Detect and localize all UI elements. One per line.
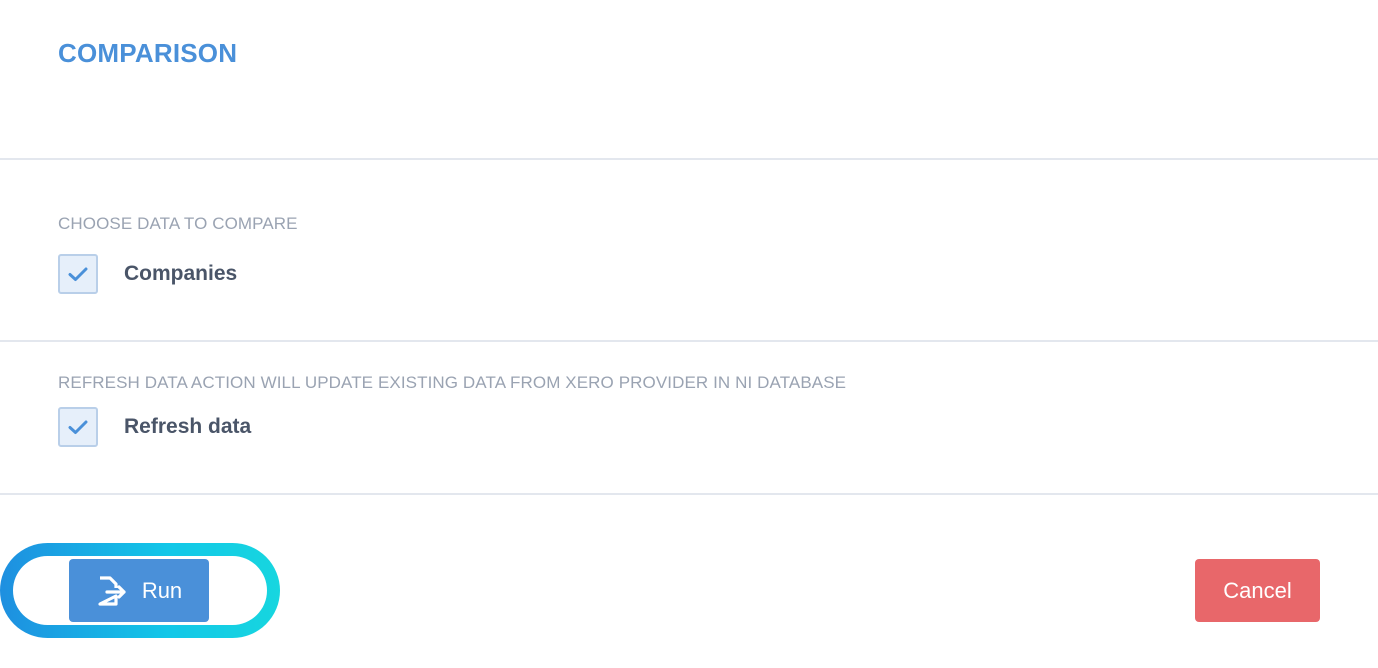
- refresh-data-option: Refresh data: [58, 406, 251, 448]
- comparison-dialog: COMPARISON CHOOSE DATA TO COMPARE Compan…: [0, 0, 1378, 668]
- checkmark-icon: [68, 420, 88, 434]
- companies-label: Companies: [124, 262, 238, 285]
- run-label: Run: [141, 577, 183, 603]
- divider: [0, 340, 1378, 342]
- compare-section-label: CHOOSE DATA TO COMPARE: [58, 214, 298, 233]
- refresh-section-label: REFRESH DATA ACTION WILL UPDATE EXISTING…: [58, 373, 847, 392]
- page-title: COMPARISON: [58, 38, 238, 68]
- divider: [0, 493, 1378, 495]
- export-icon: [98, 575, 126, 606]
- companies-option: Companies: [58, 253, 237, 295]
- divider: [0, 158, 1378, 160]
- refresh-data-label: Refresh data: [124, 415, 252, 438]
- refresh-data-checkbox[interactable]: [58, 407, 98, 447]
- cancel-button[interactable]: Cancel: [1195, 559, 1320, 622]
- checkmark-icon: [68, 267, 88, 281]
- run-button[interactable]: Run: [69, 559, 209, 622]
- companies-checkbox[interactable]: [58, 254, 98, 294]
